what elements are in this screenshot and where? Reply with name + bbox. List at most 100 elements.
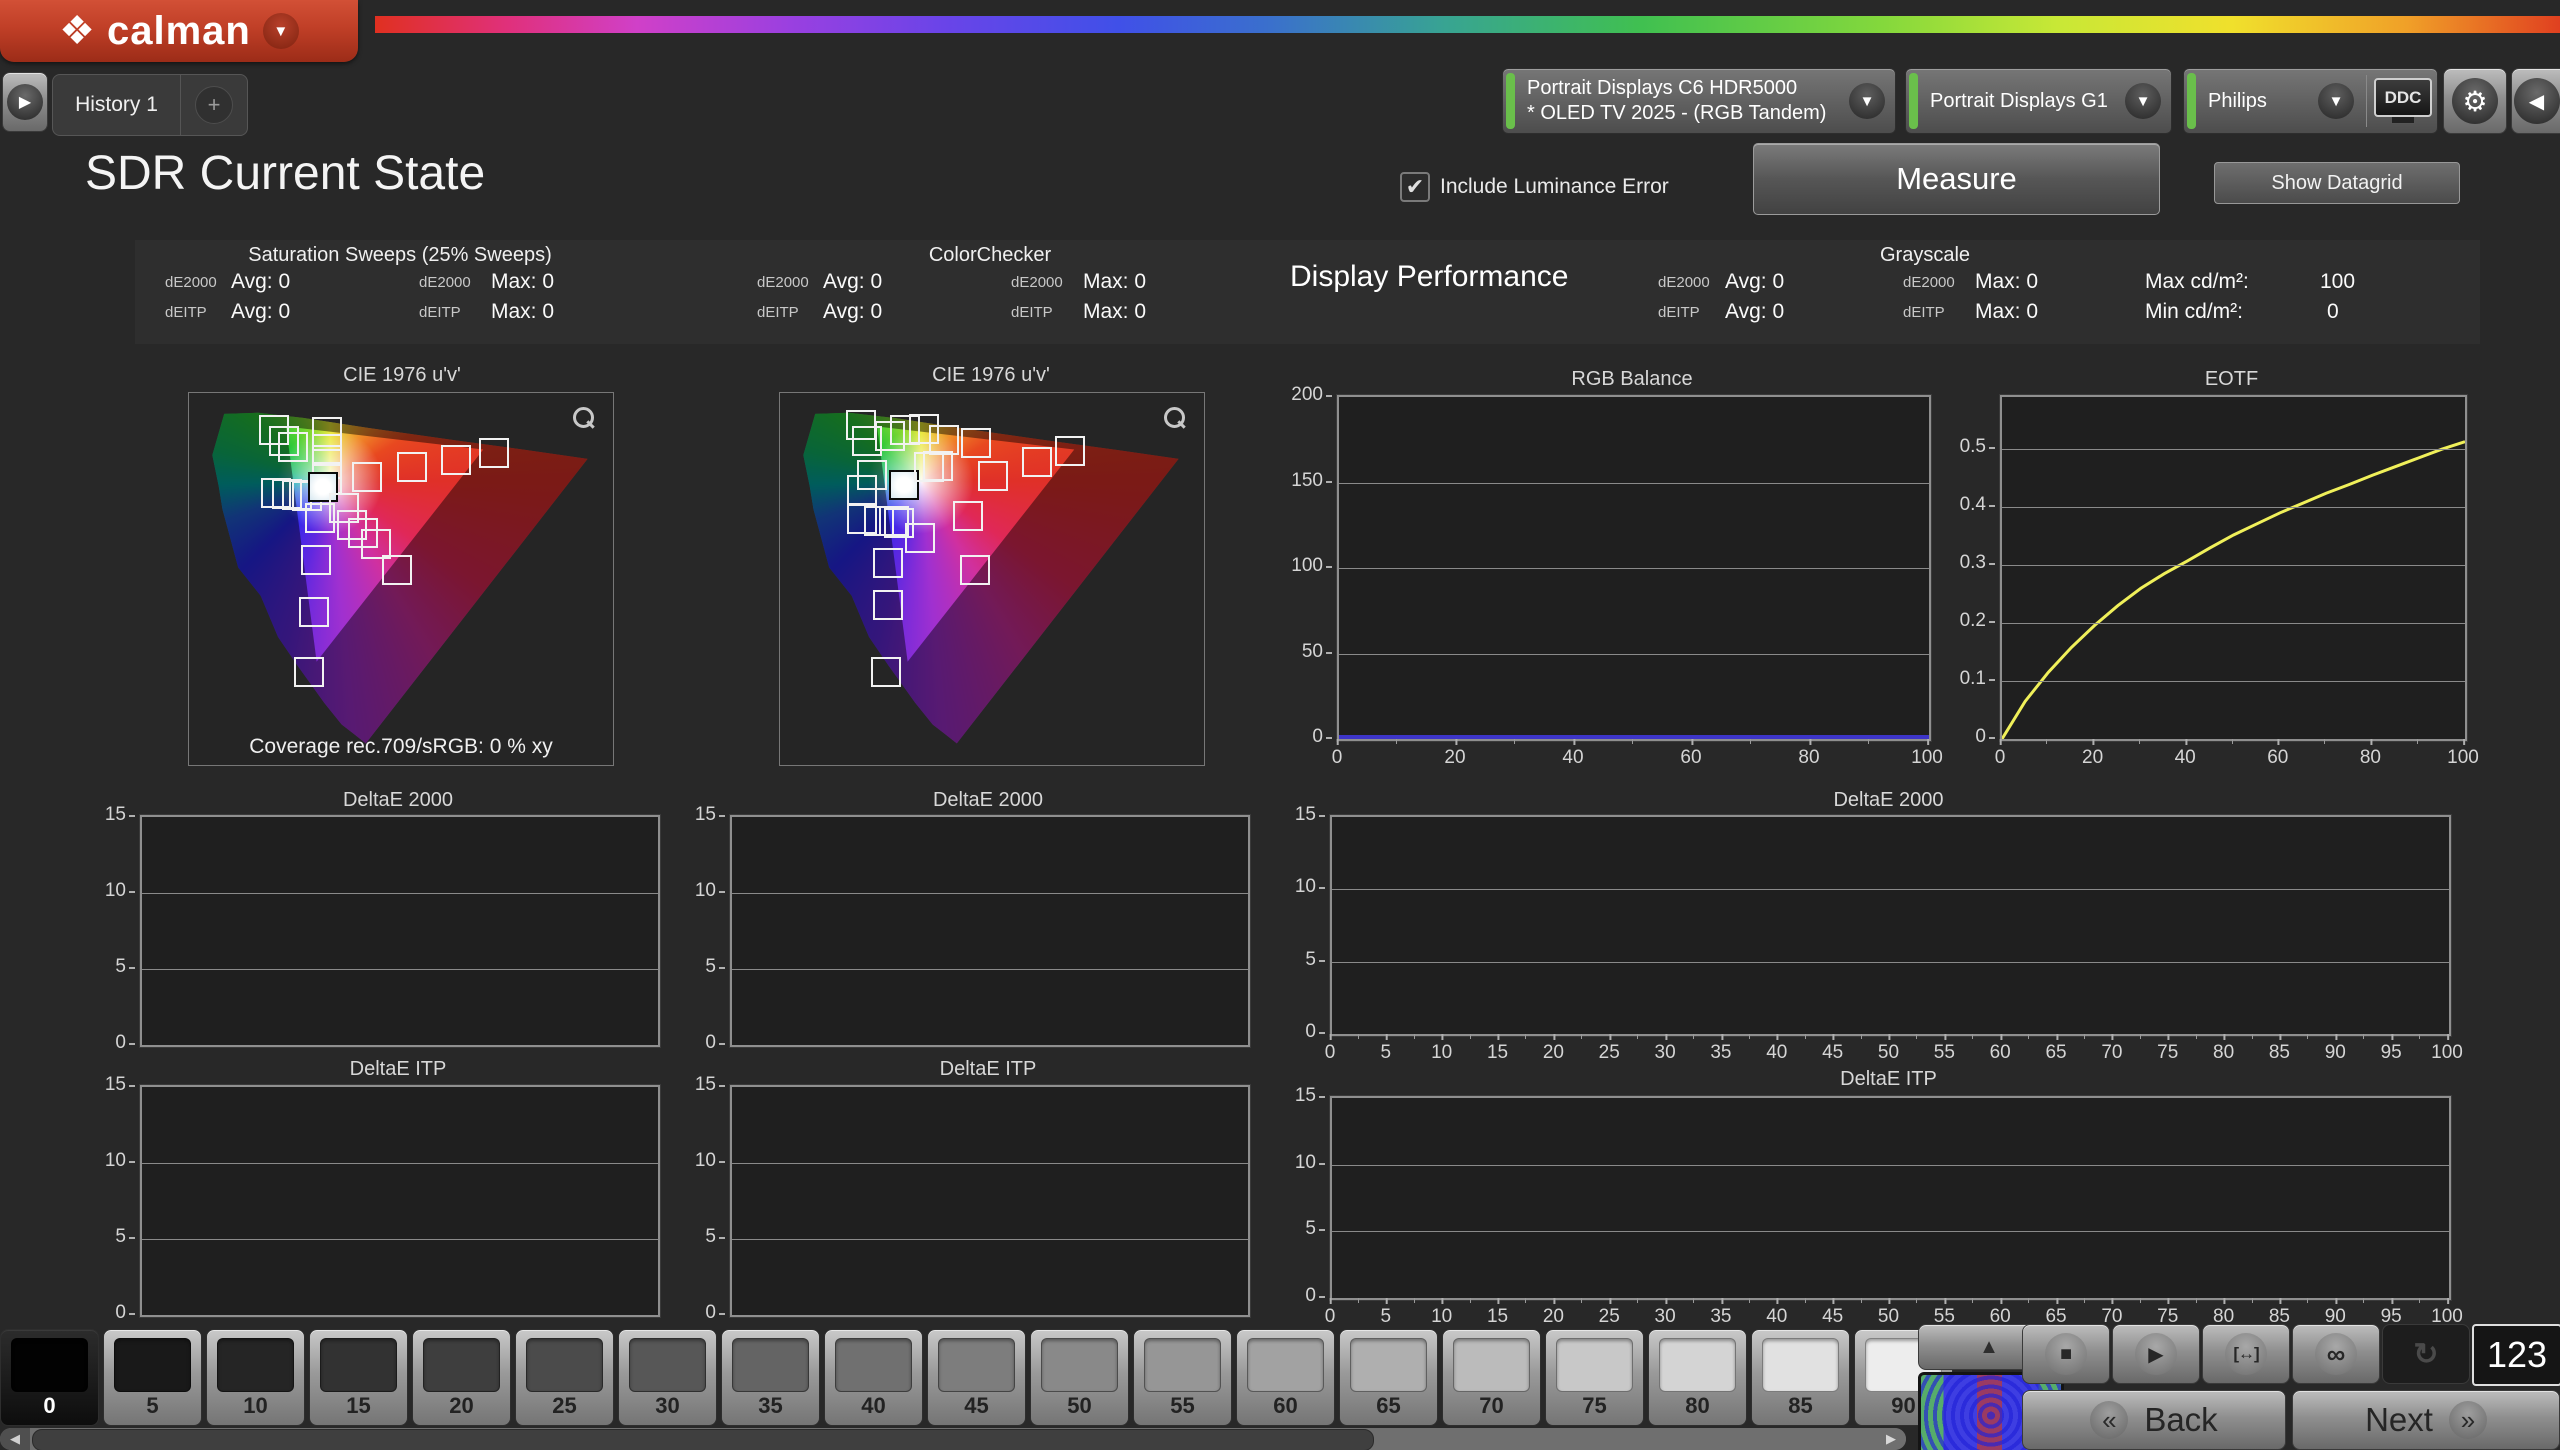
pattern-step-button-55[interactable]: 55 (1133, 1329, 1232, 1426)
x-axis-minor-tick (2419, 1034, 2420, 1039)
measurement-square (847, 475, 877, 505)
metric-sub: dE2000 (757, 274, 809, 291)
x-axis-tick: 20 (1444, 747, 1465, 769)
next-label: Next (2365, 1401, 2433, 1439)
cie-chart-saturation[interactable]: Coverage rec.709/sRGB: 0 % xy (188, 392, 614, 766)
page-title: SDR Current State (85, 146, 485, 201)
scrollbar-thumb[interactable] (32, 1429, 1374, 1450)
pattern-step-button-5[interactable]: 5 (103, 1329, 202, 1426)
pattern-step-button-15[interactable]: 15 (309, 1329, 408, 1426)
x-axis-minor-tick (1972, 1298, 1973, 1303)
metric-sub: dE2000 (1011, 274, 1063, 291)
measurement-square (1055, 436, 1085, 466)
x-axis-minor-tick (1693, 1298, 1694, 1303)
pattern-step-button-45[interactable]: 45 (927, 1329, 1026, 1426)
settings-button[interactable]: ⚙ (2443, 68, 2507, 134)
ddc-control-button[interactable]: DDC (2375, 78, 2431, 124)
source-dropdown[interactable]: Portrait Displays G1 ▼ (1905, 68, 2172, 134)
y-axis-tick: 0.3 (1960, 552, 1986, 574)
pattern-step-button-50[interactable]: 50 (1030, 1329, 1129, 1426)
collapse-panel-button[interactable]: ◀ (2511, 68, 2560, 134)
pattern-step-button-35[interactable]: 35 (721, 1329, 820, 1426)
meter-dropdown-arrow-icon[interactable]: ▼ (1849, 83, 1885, 119)
pattern-step-button-0[interactable]: 0 (0, 1329, 99, 1426)
scroll-right-arrow-icon[interactable]: ▶ (1876, 1428, 1906, 1450)
include-luminance-error-label: Include Luminance Error (1440, 175, 1669, 199)
measure-button[interactable]: Measure (1753, 143, 2160, 215)
pattern-step-button-85[interactable]: 85 (1751, 1329, 1850, 1426)
pattern-step-button-60[interactable]: 60 (1236, 1329, 1335, 1426)
meter-dropdown[interactable]: Portrait Displays C6 HDR5000 * OLED TV 2… (1502, 68, 1896, 134)
pattern-step-button-10[interactable]: 10 (206, 1329, 305, 1426)
tab-scroll-button[interactable]: ▶ (2, 72, 48, 132)
rgb-balance-yaxis: 050100150200 (1245, 395, 1333, 737)
pattern-step-button-25[interactable]: 25 (515, 1329, 614, 1426)
source-dropdown-arrow-icon[interactable]: ▼ (2125, 83, 2161, 119)
x-axis-tick: 5 (1381, 1306, 1392, 1328)
display-dropdown[interactable]: Philips ▼ DDC (2183, 68, 2438, 134)
back-button[interactable]: « Back (2022, 1390, 2286, 1450)
rgb-balance-title: RGB Balance (1337, 368, 1927, 391)
show-datagrid-button[interactable]: Show Datagrid (2214, 162, 2460, 204)
metric-val: Max: 0 (1083, 270, 1146, 294)
deltaeitp-title: DeltaE ITP (140, 1058, 656, 1081)
zoom-magnifier-icon[interactable] (571, 407, 597, 433)
display-dropdown-arrow-icon[interactable]: ▼ (2318, 83, 2354, 119)
cie-chart-title: CIE 1976 u'v' (779, 364, 1203, 387)
metric-sub: dEITP (1658, 304, 1700, 321)
deltae2000-yaxis: 051015 (52, 815, 136, 1043)
pattern-step-button-75[interactable]: 75 (1545, 1329, 1644, 1426)
calman-diamond-icon: ❖ (59, 11, 95, 51)
eotf-plot (2000, 395, 2467, 741)
x-axis-tick: 70 (2101, 1042, 2122, 1064)
main-menu-dropdown-icon[interactable]: ▼ (263, 13, 299, 49)
pattern-step-button-70[interactable]: 70 (1442, 1329, 1541, 1426)
scroll-left-arrow-icon[interactable]: ◀ (0, 1428, 30, 1450)
ddc-divider (2366, 75, 2367, 127)
y-axis-tick: 15 (1295, 804, 1316, 826)
add-tab-button[interactable]: + (195, 86, 233, 124)
x-axis-minor-tick (1972, 1034, 1973, 1039)
x-axis-tick: 10 (1431, 1306, 1452, 1328)
pattern-step-button-40[interactable]: 40 (824, 1329, 923, 1426)
calman-brand-text: calman (107, 9, 251, 54)
y-axis-tick: 10 (1295, 876, 1316, 898)
meter-name: Portrait Displays C6 HDR5000 * OLED TV 2… (1527, 76, 1849, 126)
pattern-step-label: 35 (722, 1393, 819, 1419)
pattern-step-label: 20 (413, 1393, 510, 1419)
play-button[interactable]: ▶ (2112, 1324, 2200, 1384)
x-axis-tick: 20 (1543, 1306, 1564, 1328)
next-button[interactable]: Next » (2292, 1390, 2560, 1450)
zoom-magnifier-icon[interactable] (1162, 407, 1188, 433)
pattern-step-button-65[interactable]: 65 (1339, 1329, 1438, 1426)
continuous-measure-button[interactable]: ∞ (2292, 1324, 2380, 1384)
x-axis-tick: 0 (1332, 747, 1343, 769)
back-label: Back (2144, 1401, 2217, 1439)
x-axis-minor-tick (1637, 1034, 1638, 1039)
pattern-step-button-30[interactable]: 30 (618, 1329, 717, 1426)
pattern-step-button-80[interactable]: 80 (1648, 1329, 1747, 1426)
pattern-step-button-20[interactable]: 20 (412, 1329, 511, 1426)
x-axis-tick: 0 (1325, 1042, 1336, 1064)
x-axis-tick: 50 (1878, 1306, 1899, 1328)
tab-history-1[interactable]: History 1 (53, 93, 180, 117)
x-axis-minor-tick (2084, 1034, 2085, 1039)
x-axis-tick: 65 (2045, 1042, 2066, 1064)
x-axis-minor-tick (1749, 1298, 1750, 1303)
grayscale-title: Grayscale (1825, 244, 2025, 267)
refresh-button-pressed[interactable]: ↻ (2382, 1324, 2470, 1384)
calman-logo-menu[interactable]: ❖ calman ▼ (0, 0, 358, 62)
x-axis-minor-tick (2028, 1298, 2029, 1303)
stop-button[interactable]: ■ (2022, 1324, 2110, 1384)
cie-chart-colorchecker[interactable] (779, 392, 1205, 766)
measurement-square (873, 590, 903, 620)
x-axis-tick: 80 (2360, 747, 2381, 769)
x-axis-tick: 90 (2325, 1042, 2346, 1064)
pattern-size-button[interactable]: [↔] (2202, 1324, 2290, 1384)
x-axis-minor-tick (2324, 739, 2325, 744)
gridline (1332, 962, 2449, 963)
include-luminance-error-checkbox[interactable]: ✔ (1400, 172, 1430, 202)
min-luminance-label: Min cd/m²: (2145, 300, 2243, 324)
pattern-strip-scrollbar[interactable]: ◀ ▶ (0, 1428, 1906, 1450)
y-axis-tick: 5 (1305, 949, 1316, 971)
